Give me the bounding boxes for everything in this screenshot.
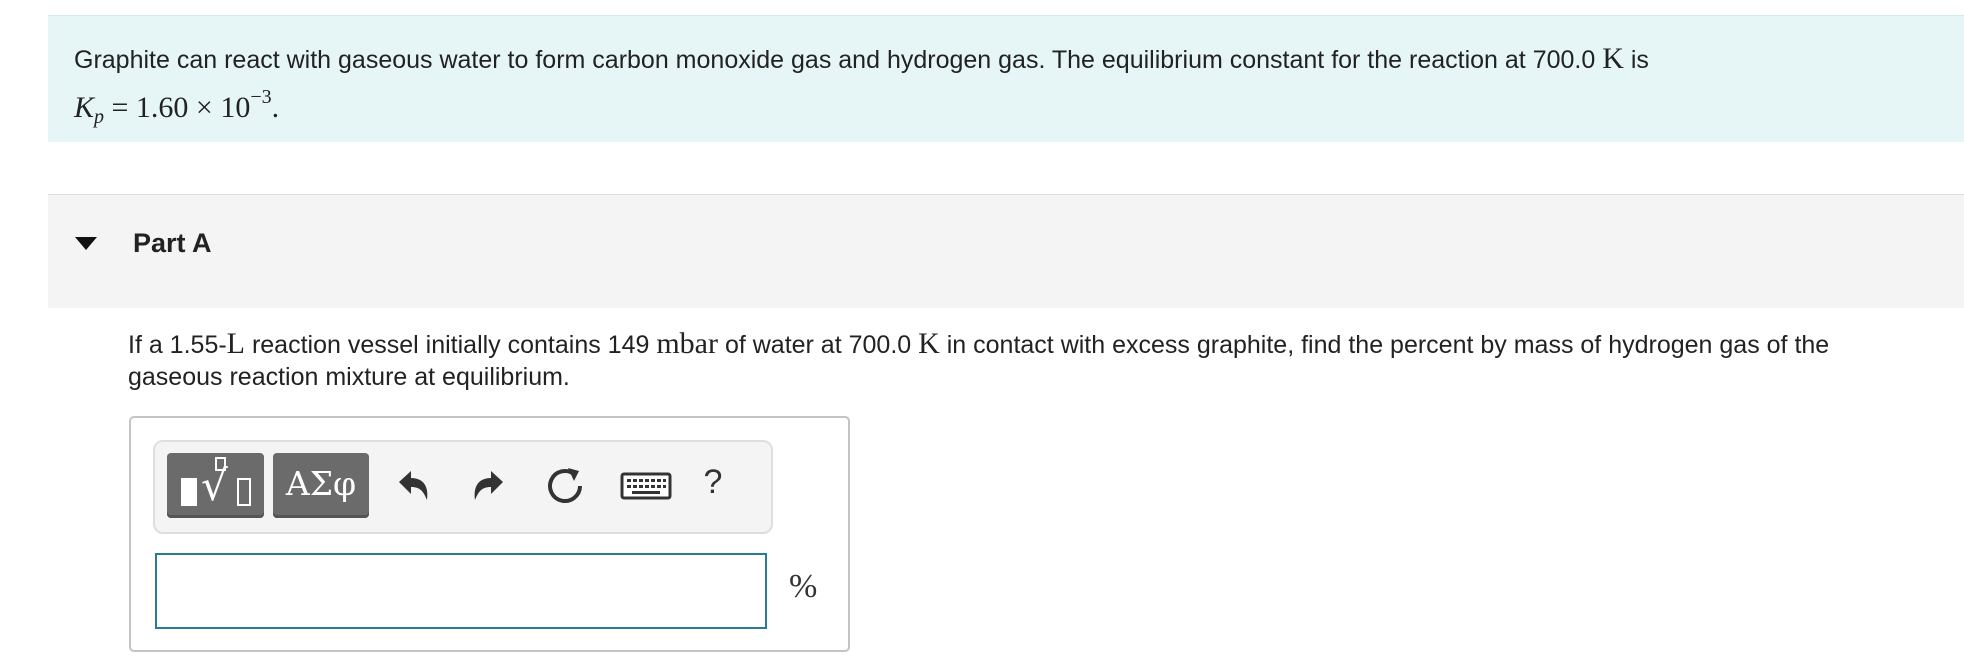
question-text: If a 1.55-: [128, 331, 227, 359]
temperature-unit: K: [918, 327, 940, 360]
redo-icon[interactable]: [465, 462, 513, 510]
part-a-header[interactable]: Part A: [48, 194, 1964, 308]
answer-area: √ ΑΣφ ? %: [129, 416, 850, 652]
intro-text-line-1: Graphite can react with gaseous water to…: [74, 43, 1649, 76]
kp-period: .: [271, 91, 280, 124]
greek-symbols-label: ΑΣφ: [285, 464, 357, 503]
equilibrium-constant: Kp = 1.60 × 10−3.: [74, 79, 279, 135]
greek-symbols-button[interactable]: ΑΣφ: [273, 453, 369, 518]
reset-icon[interactable]: [541, 462, 589, 510]
intro-text: Graphite can react with gaseous water to…: [74, 46, 1596, 74]
part-a-title: Part A: [133, 228, 212, 258]
kp-symbol: K: [74, 91, 95, 124]
undo-icon[interactable]: [389, 462, 437, 510]
pressure-unit: mbar: [656, 327, 718, 360]
caret-down-icon[interactable]: [75, 237, 97, 250]
intro-text-end: is: [1630, 46, 1649, 74]
question-text: reaction vessel initially contains 149: [251, 331, 650, 359]
keyboard-icon[interactable]: [616, 460, 676, 508]
problem-intro: Graphite can react with gaseous water to…: [48, 15, 1964, 142]
math-toolbar: √ ΑΣφ ?: [153, 440, 773, 534]
answer-input[interactable]: [155, 553, 767, 629]
templates-button[interactable]: √: [167, 453, 264, 518]
help-icon[interactable]: ?: [693, 452, 733, 512]
question-text: of water at 700.0: [724, 331, 912, 359]
kp-subscript: p: [94, 106, 105, 128]
kp-value: = 1.60 × 10: [111, 91, 251, 124]
part-a-question: If a 1.55-L reaction vessel initially co…: [128, 328, 1928, 393]
kp-exponent: −3: [250, 86, 272, 108]
volume-unit: L: [226, 327, 245, 360]
temperature-unit: K: [1602, 42, 1624, 75]
answer-unit: %: [789, 568, 818, 605]
